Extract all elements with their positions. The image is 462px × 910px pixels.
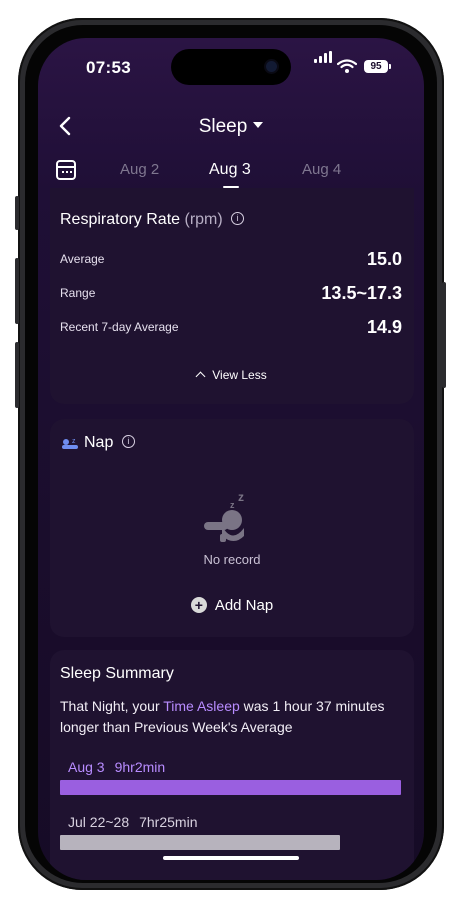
sleep-title-dropdown[interactable]: Sleep <box>38 116 424 138</box>
view-less-label: View Less <box>212 368 267 382</box>
current-night-bar <box>60 780 401 795</box>
app-screen: 07:53 95 Sleep Aug 2 Aug 3 Aug 4 Respira… <box>38 38 424 880</box>
add-nap-label: Add Nap <box>214 597 274 614</box>
volume-down-button <box>15 342 19 408</box>
respiratory-title-text: Respiratory Rate <box>60 211 181 228</box>
nap-card: z Nap i z z No record + Add Nap <box>50 419 414 637</box>
previous-week-label: Jul 22~28 7hr25min <box>68 814 197 830</box>
seven-day-average-label: Recent 7-day Average <box>60 320 179 334</box>
summary-text-start: That Night, your <box>60 698 164 714</box>
range-value: 13.5~17.3 <box>321 283 402 303</box>
plus-icon: + <box>190 597 207 614</box>
view-less-button[interactable]: View Less <box>50 368 414 382</box>
previous-week-range: Jul 22~28 <box>68 814 130 830</box>
battery-indicator: 95 <box>364 60 391 73</box>
nap-title: Nap i <box>84 434 135 452</box>
respiratory-rate-title: Respiratory Rate (rpm) i <box>60 211 245 229</box>
date-prev[interactable]: Aug 2 <box>120 161 159 178</box>
date-next[interactable]: Aug 4 <box>302 161 341 178</box>
date-current[interactable]: Aug 3 <box>209 161 251 179</box>
no-record-text: No record <box>203 552 261 567</box>
svg-text:z: z <box>230 500 235 510</box>
page-title: Sleep <box>198 116 248 137</box>
sleep-summary-title: Sleep Summary <box>60 665 174 682</box>
home-indicator[interactable] <box>163 856 299 860</box>
date-selector: Aug 2 Aug 3 Aug 4 <box>38 156 424 192</box>
average-label: Average <box>60 252 105 266</box>
sleep-summary-card: Sleep Summary That Night, your Time Asle… <box>50 650 414 880</box>
nap-person-icon: z <box>62 438 78 449</box>
sleeping-person-icon: z z <box>204 490 244 542</box>
wifi-icon <box>337 59 357 73</box>
status-time: 07:53 <box>86 58 131 77</box>
nap-title-text: Nap <box>84 434 114 451</box>
svg-text:z: z <box>238 490 244 504</box>
respiratory-unit: (rpm) <box>184 211 223 228</box>
status-bar: 07:53 95 <box>38 38 424 98</box>
previous-week-bar <box>60 835 340 850</box>
chevron-up-icon <box>195 371 206 382</box>
add-nap-button[interactable]: + Add Nap <box>50 597 414 614</box>
dynamic-island <box>171 49 291 85</box>
respiratory-rate-card: Respiratory Rate (rpm) i Average 15.0 Ra… <box>50 188 414 404</box>
average-value: 15.0 <box>366 249 402 269</box>
current-night-label: Aug 3 9hr2min <box>68 759 165 775</box>
power-button <box>442 282 446 388</box>
summary-highlight: Time Asleep <box>163 698 240 714</box>
info-icon[interactable]: i <box>231 212 245 226</box>
action-button <box>15 196 19 230</box>
seven-day-average-value: 14.9 <box>366 317 402 337</box>
caret-down-icon <box>253 121 264 128</box>
top-nav: Sleep <box>38 108 424 148</box>
camera-icon <box>266 61 277 72</box>
range-label: Range <box>60 286 96 300</box>
current-night-date: Aug 3 <box>68 759 105 775</box>
volume-up-button <box>15 258 19 324</box>
summary-description: That Night, your Time Asleep was 1 hour … <box>60 696 400 738</box>
info-icon[interactable]: i <box>121 435 135 449</box>
current-night-duration: 9hr2min <box>114 759 166 775</box>
svg-text:z: z <box>72 438 76 445</box>
calendar-icon[interactable] <box>56 160 76 180</box>
previous-week-duration: 7hr25min <box>139 814 198 830</box>
